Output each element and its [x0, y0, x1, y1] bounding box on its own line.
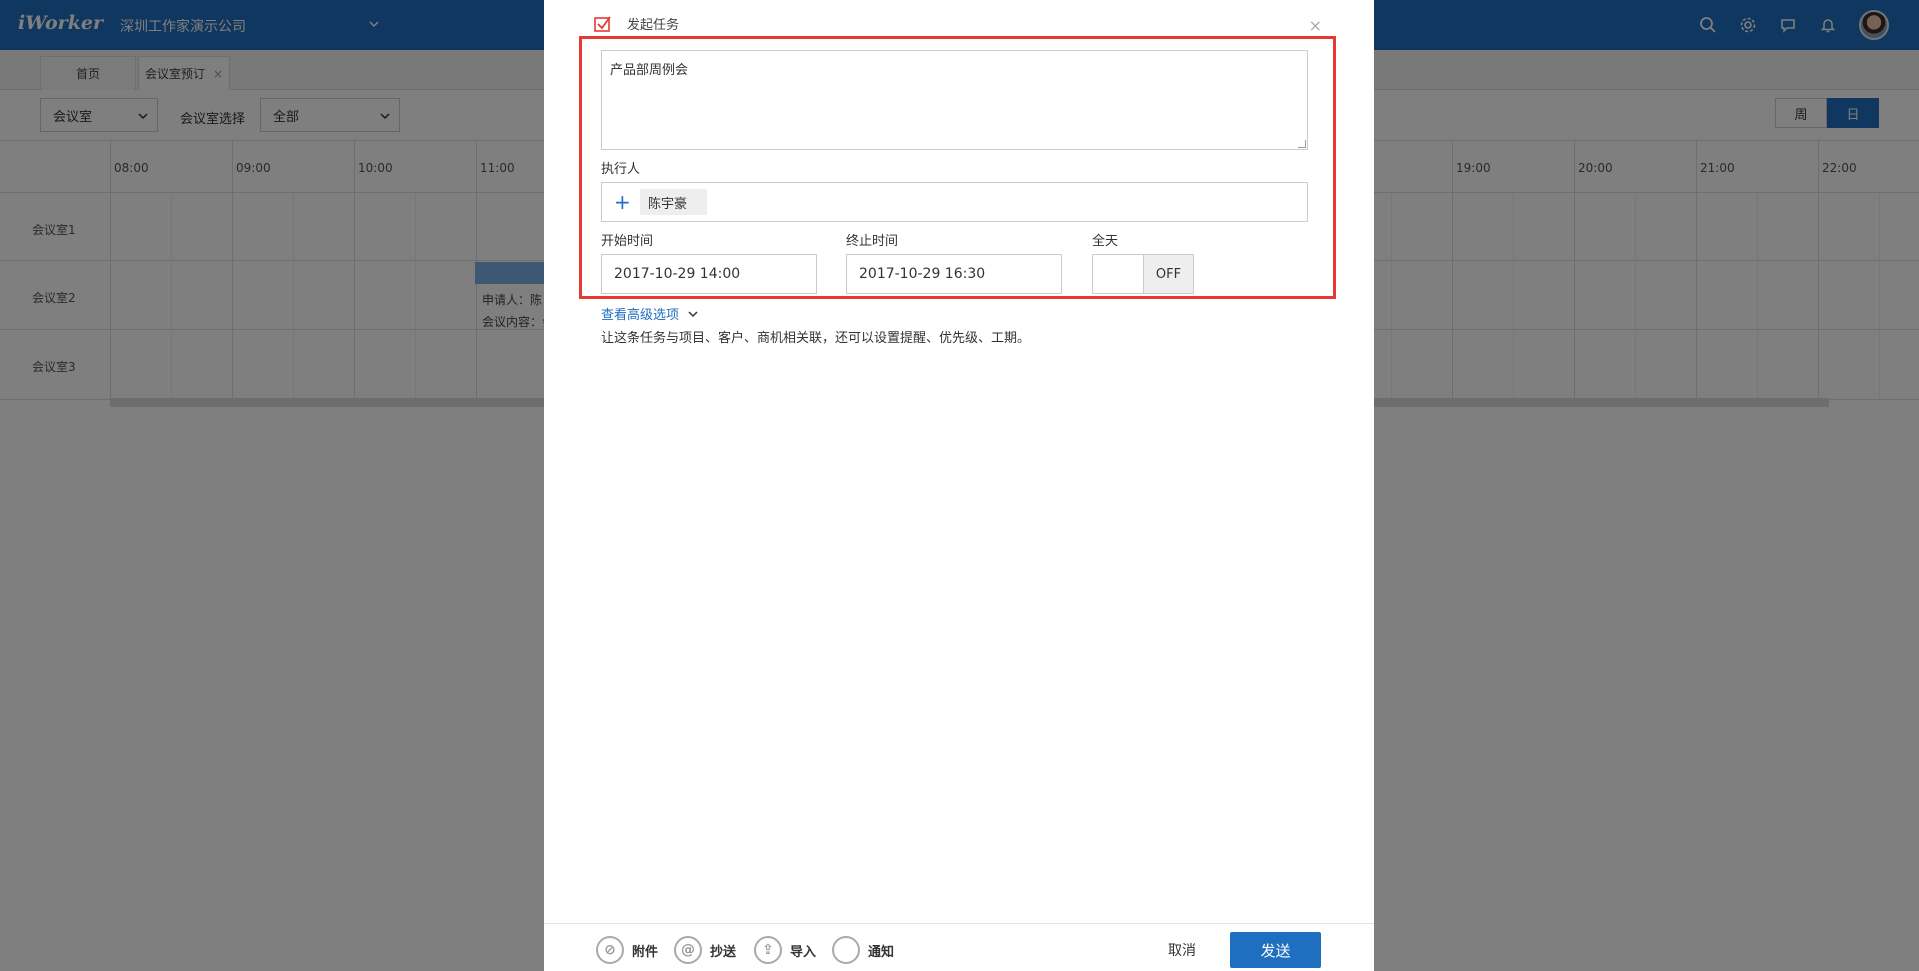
hint-text: 让这条任务与项目、客户、商机相关联，还可以设置提醒、优先级、工期。 — [601, 331, 1031, 346]
notify-button[interactable]: 通知 — [832, 936, 894, 964]
advanced-options-label: 查看高级选项 — [601, 308, 680, 323]
assignee-field[interactable]: + 陈宇豪 — [601, 182, 1308, 222]
toggle-state: OFF — [1143, 255, 1193, 293]
cc-button[interactable]: @ 抄送 — [674, 936, 736, 964]
checkbox-icon — [594, 15, 611, 32]
cc-label: 抄送 — [710, 944, 737, 960]
attach-button[interactable]: ⊘ 附件 — [596, 936, 658, 964]
notify-label: 通知 — [868, 944, 895, 960]
at-icon: @ — [674, 936, 702, 964]
send-button[interactable]: 发送 — [1230, 932, 1321, 968]
task-modal: 发起任务 × 产品部周例会 执行人 + 陈宇豪 开始时间 终止时间 全天 201… — [544, 0, 1374, 971]
start-time-label: 开始时间 — [601, 234, 654, 249]
cancel-button[interactable]: 取消 — [1168, 940, 1196, 960]
toggle-knob — [1093, 255, 1143, 293]
notify-circle-icon — [832, 936, 860, 964]
advanced-options-link[interactable]: 查看高级选项 — [601, 304, 699, 323]
start-time-input[interactable]: 2017-10-29 14:00 — [601, 254, 817, 294]
assignee-chip[interactable]: 陈宇豪 — [640, 189, 708, 215]
assignee-label: 执行人 — [601, 162, 641, 177]
end-time-label: 终止时间 — [846, 234, 899, 249]
paperclip-icon: ⊘ — [596, 936, 624, 964]
upload-icon: ⇪ — [754, 936, 782, 964]
chevron-down-icon — [688, 310, 698, 317]
allday-toggle[interactable]: OFF — [1092, 254, 1194, 294]
import-button[interactable]: ⇪ 导入 — [754, 936, 816, 964]
resize-handle[interactable] — [1298, 140, 1306, 148]
import-label: 导入 — [790, 944, 817, 960]
task-text-value: 产品部周例会 — [610, 63, 689, 78]
close-icon[interactable]: × — [1309, 16, 1322, 35]
modal-title: 发起任务 — [627, 18, 680, 33]
end-time-input[interactable]: 2017-10-29 16:30 — [846, 254, 1062, 294]
modal-header: 发起任务 — [594, 14, 679, 33]
task-textarea[interactable]: 产品部周例会 — [601, 50, 1308, 150]
add-icon[interactable]: + — [614, 192, 631, 212]
modal-footer: ⊘ 附件 @ 抄送 ⇪ 导入 通知 取消 发送 — [544, 923, 1374, 971]
attach-label: 附件 — [632, 944, 659, 960]
allday-label: 全天 — [1092, 234, 1119, 249]
